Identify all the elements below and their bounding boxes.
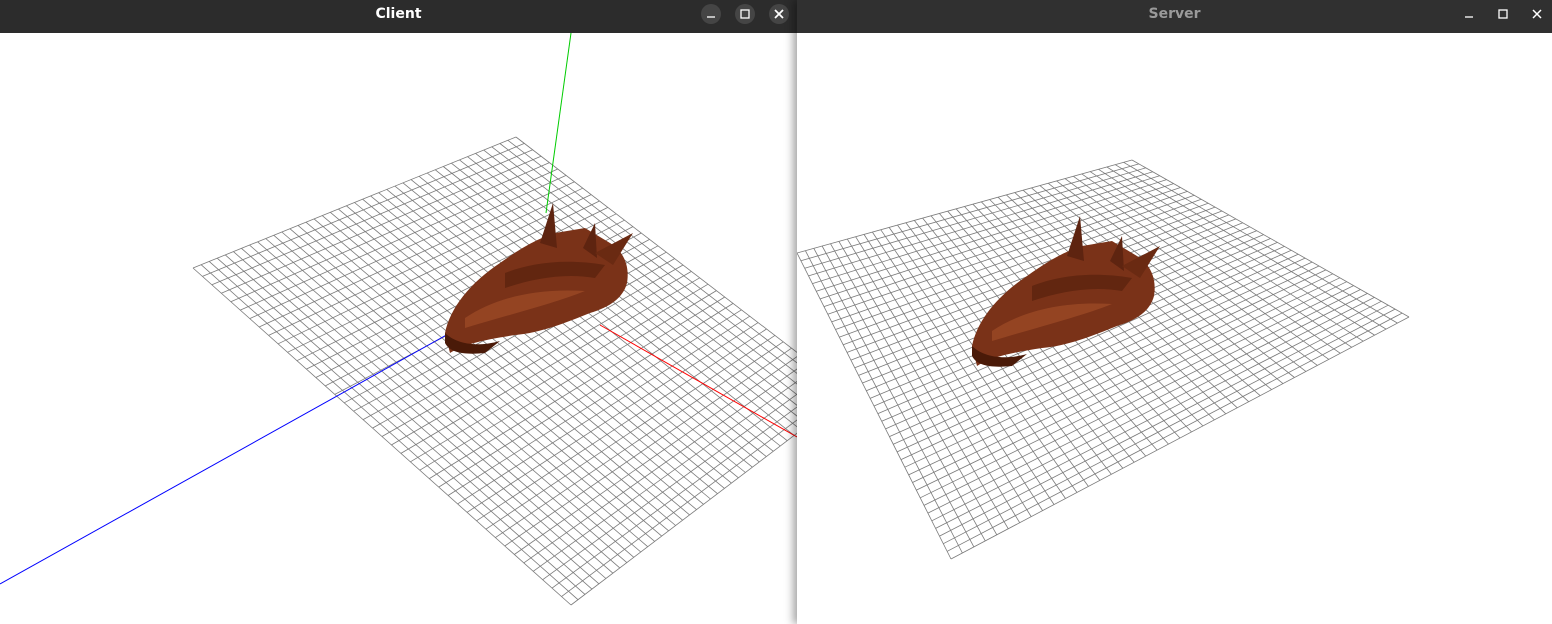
server-scene bbox=[797, 159, 1410, 560]
server-3d-viewport[interactable] bbox=[797, 33, 1552, 624]
close-icon bbox=[774, 9, 784, 19]
maximize-icon bbox=[1498, 9, 1508, 19]
client-window-title: Client bbox=[375, 6, 422, 22]
grid-line bbox=[542, 393, 797, 581]
server-minimize-button[interactable] bbox=[1459, 4, 1479, 24]
grid-line bbox=[830, 243, 998, 535]
close-icon bbox=[1532, 9, 1542, 19]
client-scene bbox=[0, 33, 797, 606]
spaceship-model[interactable] bbox=[445, 203, 633, 354]
grid-line bbox=[950, 316, 1410, 560]
client-close-button[interactable] bbox=[769, 4, 789, 24]
client-window[interactable]: Client bbox=[0, 0, 797, 624]
z-axis-line bbox=[0, 332, 451, 585]
ground-grid bbox=[797, 159, 1410, 560]
ship-body bbox=[445, 203, 633, 354]
client-maximize-button[interactable] bbox=[735, 4, 755, 24]
minimize-icon bbox=[707, 16, 715, 18]
grid-line bbox=[532, 381, 797, 572]
server-window[interactable]: Server bbox=[797, 0, 1552, 624]
grid-line bbox=[805, 250, 963, 554]
grid-line bbox=[551, 406, 797, 589]
server-close-button[interactable] bbox=[1527, 4, 1547, 24]
ground-grid bbox=[192, 136, 797, 606]
client-minimize-button[interactable] bbox=[701, 4, 721, 24]
grid-line bbox=[838, 241, 1009, 530]
maximize-icon bbox=[740, 9, 750, 19]
server-titlebar[interactable]: Server bbox=[797, 0, 1552, 33]
minimize-icon bbox=[1465, 16, 1473, 18]
client-titlebar[interactable]: Client bbox=[0, 0, 797, 33]
ship-hull bbox=[972, 241, 1155, 366]
grid-line bbox=[813, 248, 975, 548]
grid-line bbox=[821, 245, 986, 542]
client-3d-viewport[interactable] bbox=[0, 33, 797, 624]
server-window-title: Server bbox=[1148, 6, 1201, 22]
grid-line bbox=[514, 356, 797, 555]
ship-hull bbox=[445, 228, 628, 353]
server-maximize-button[interactable] bbox=[1493, 4, 1513, 24]
